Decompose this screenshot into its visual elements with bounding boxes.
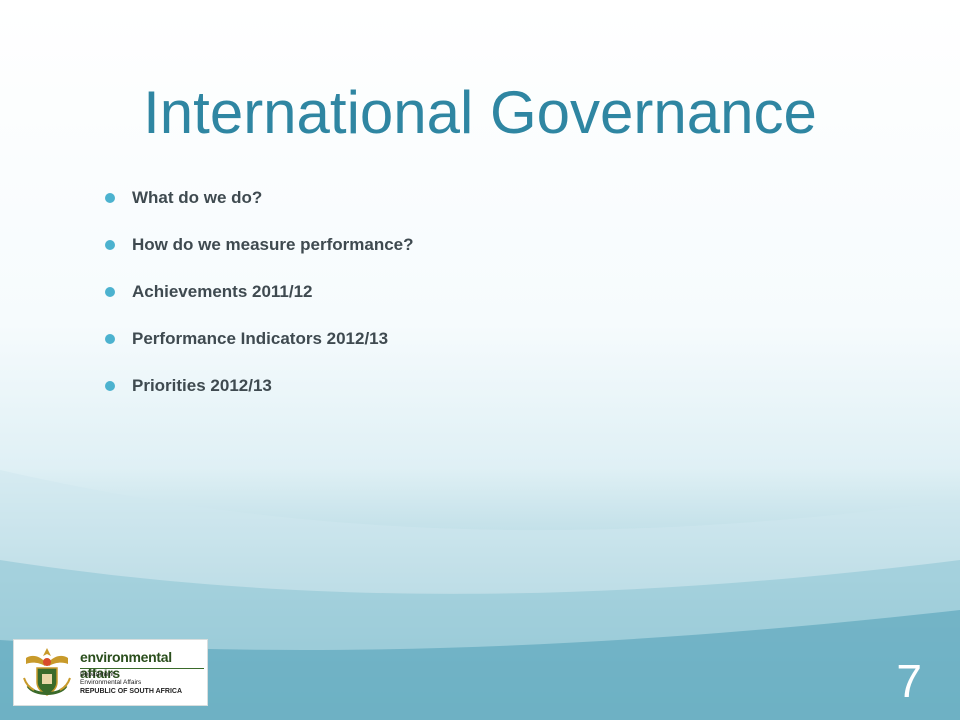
bullet-icon xyxy=(105,334,115,344)
coat-of-arms-icon xyxy=(23,648,71,696)
list-item: Achievements 2011/12 xyxy=(100,274,414,321)
logo-line: Environmental Affairs xyxy=(80,679,142,686)
department-logo: environmental affairs Department: Enviro… xyxy=(13,639,208,706)
list-item: What do we do? xyxy=(100,180,414,227)
bullet-text: What do we do? xyxy=(132,188,263,207)
logo-divider xyxy=(80,668,204,669)
bullet-text: Priorities 2012/13 xyxy=(132,376,272,395)
bullet-icon xyxy=(105,240,115,250)
slide-title: International Governance xyxy=(143,79,817,146)
bullet-list: What do we do? How do we measure perform… xyxy=(100,180,414,415)
slide-number: 7 xyxy=(896,655,922,707)
list-item: How do we measure performance? xyxy=(100,227,414,274)
bullet-text: How do we measure performance? xyxy=(132,235,414,254)
bullet-icon xyxy=(105,193,115,203)
list-item: Performance Indicators 2012/13 xyxy=(100,321,414,368)
bullet-icon xyxy=(105,381,115,391)
list-item: Priorities 2012/13 xyxy=(100,368,414,415)
bullet-text: Achievements 2011/12 xyxy=(132,282,313,301)
bullet-icon xyxy=(105,287,115,297)
logo-line: Department: xyxy=(80,671,116,678)
bullet-text: Performance Indicators 2012/13 xyxy=(132,329,389,348)
logo-line: REPUBLIC OF SOUTH AFRICA xyxy=(80,688,183,695)
